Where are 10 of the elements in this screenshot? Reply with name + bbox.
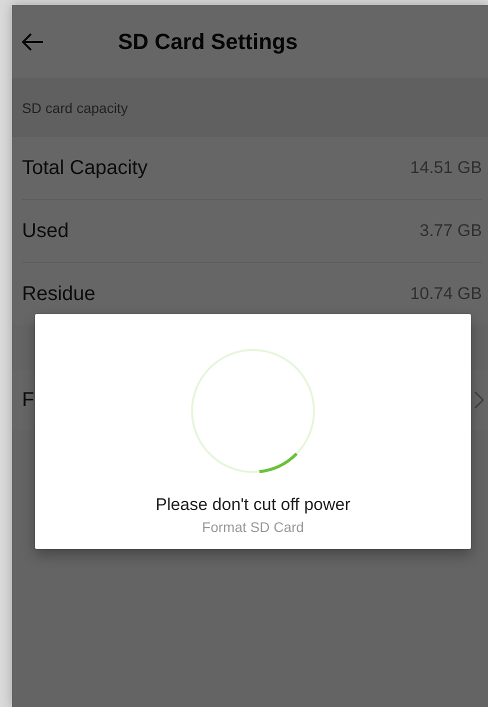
row-label: Residue bbox=[22, 282, 96, 306]
chevron-right-icon bbox=[474, 391, 484, 409]
row-label: Total Capacity bbox=[22, 156, 148, 180]
row-label: F bbox=[22, 388, 34, 412]
row-label: Used bbox=[22, 220, 69, 242]
back-arrow-icon[interactable] bbox=[22, 32, 44, 50]
section-label: SD card capacity bbox=[22, 100, 128, 116]
dialog-caption: Format SD Card bbox=[202, 519, 304, 535]
page-title: SD Card Settings bbox=[118, 28, 298, 54]
dialog-message: Please don't cut off power bbox=[156, 495, 350, 515]
